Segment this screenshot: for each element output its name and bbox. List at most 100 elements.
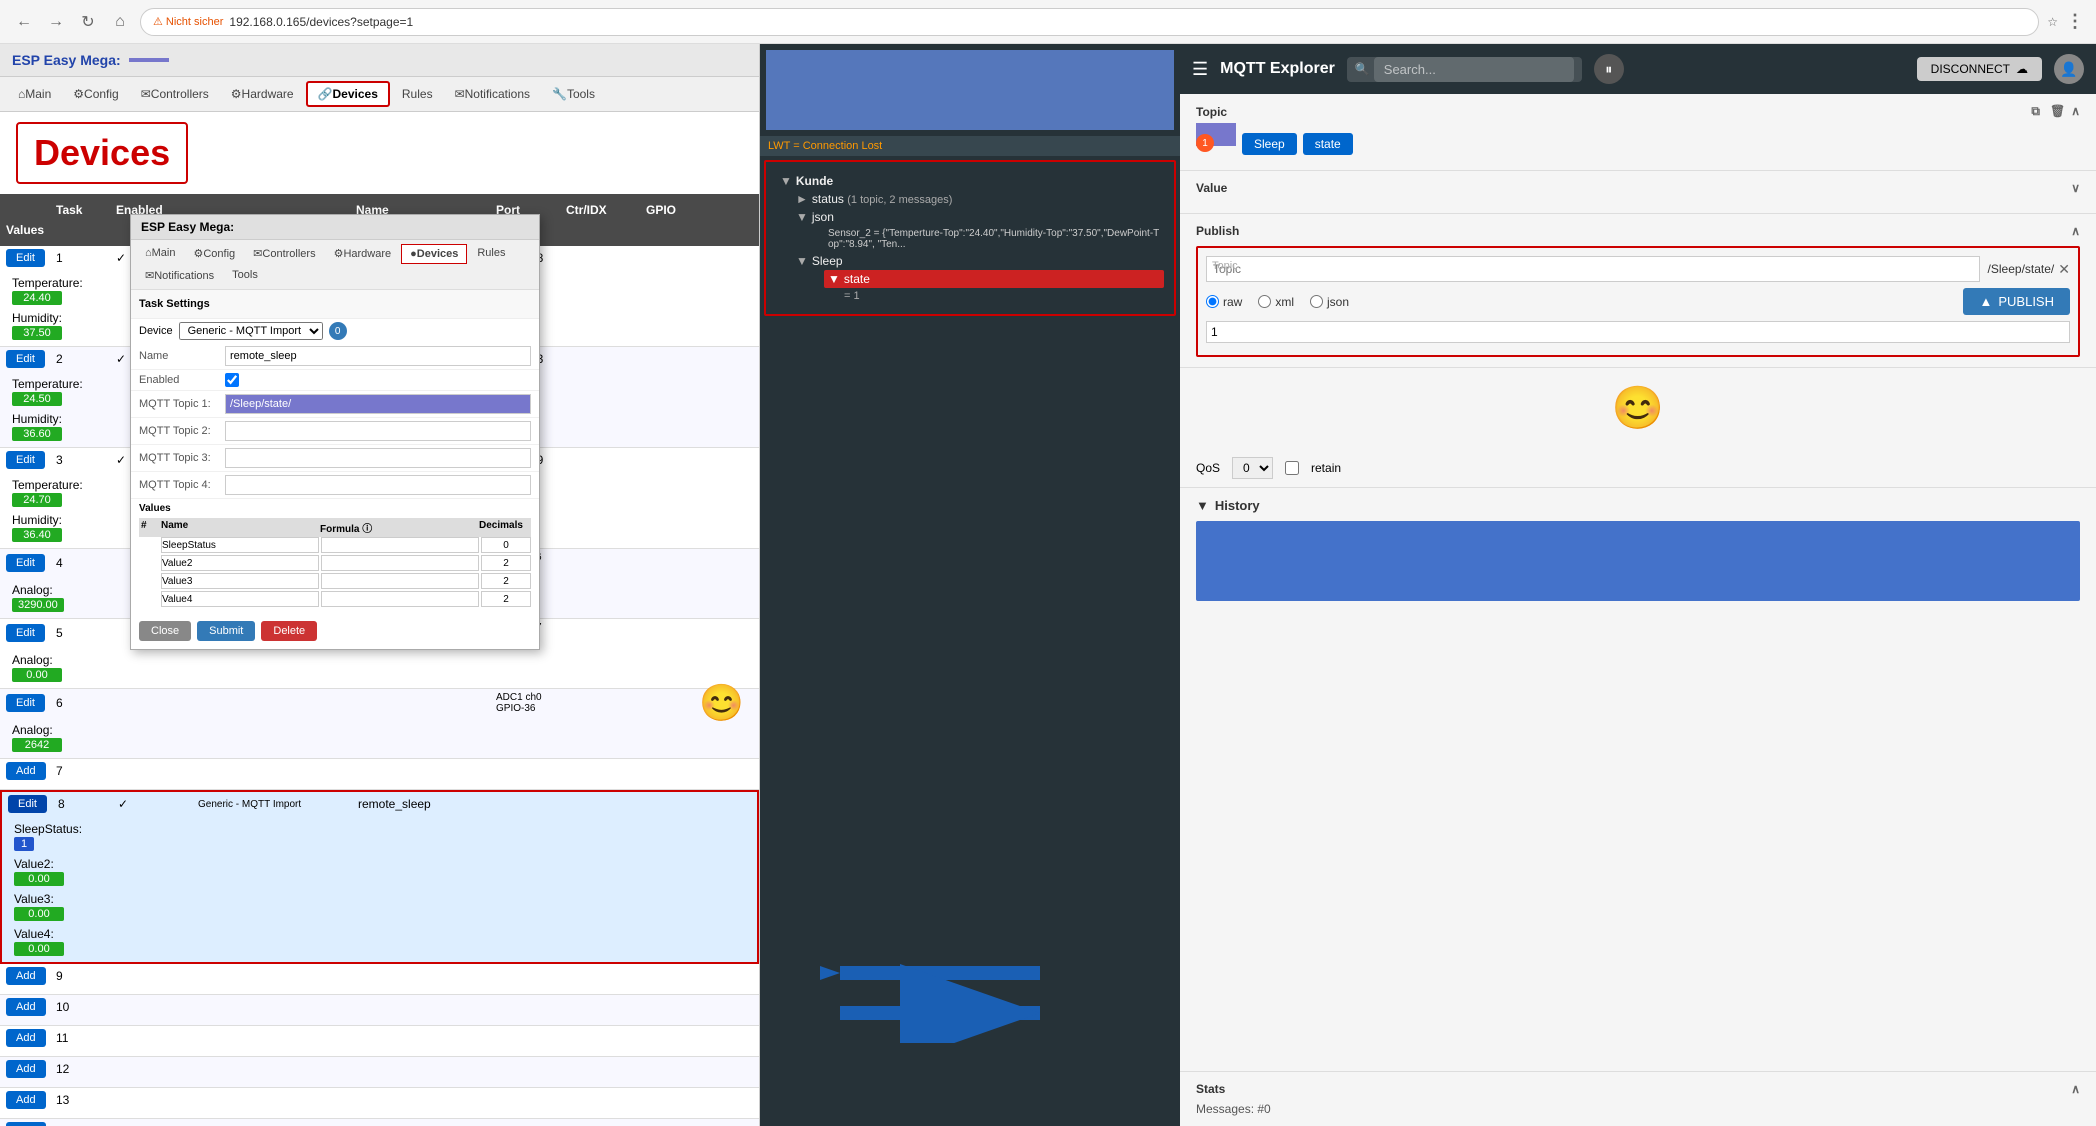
nav-config[interactable]: ⚙Config <box>63 83 128 105</box>
enabled-8: ✓ <box>112 794 192 814</box>
value-name-1[interactable] <box>161 537 319 553</box>
mqtt-node-state[interactable]: ▼state <box>824 270 1164 288</box>
add-btn-12[interactable]: Add <box>6 1060 46 1078</box>
back-button[interactable]: ← <box>12 10 36 34</box>
add-btn-9[interactable]: Add <box>6 967 46 985</box>
delete-button[interactable]: Delete <box>261 621 317 641</box>
collapse-value-icon[interactable]: ∨ <box>2071 181 2080 195</box>
url-bar[interactable]: ⚠ Nicht sicher 192.168.0.165/devices?set… <box>140 8 2039 36</box>
collapse-topic-icon[interactable]: ∧ <box>2071 104 2080 119</box>
search-input[interactable] <box>1374 57 1574 82</box>
edit-btn-4[interactable]: Edit <box>6 554 45 572</box>
format-xml[interactable]: xml <box>1258 295 1294 309</box>
enabled-checkbox[interactable] <box>225 373 239 387</box>
task-5: 5 <box>50 623 110 643</box>
copy-icon[interactable]: ⧉ <box>2031 104 2040 119</box>
modal-nav-rules[interactable]: Rules <box>469 244 513 264</box>
mqtt-node-sensor2[interactable]: Sensor_2 = {"Temperture-Top":"24.40","Hu… <box>824 226 1164 252</box>
device-select[interactable]: Generic - MQTT Import <box>179 322 323 340</box>
add-btn-7[interactable]: Add <box>6 762 46 780</box>
mqtt-topic-3-input[interactable] <box>225 448 531 468</box>
hamburger-icon[interactable]: ☰ <box>1192 59 1208 80</box>
add-btn-13[interactable]: Add <box>6 1091 46 1109</box>
collapse-stats-icon[interactable]: ∧ <box>2071 1082 2080 1096</box>
nav-notifications[interactable]: ✉Notifications <box>445 83 540 105</box>
trash-icon[interactable]: 🗑 <box>2050 104 2065 119</box>
modal-nav-notifications[interactable]: ✉Notifications <box>137 266 222 285</box>
user-avatar[interactable]: 👤 <box>2054 54 2084 84</box>
security-warning: ⚠ Nicht sicher <box>153 15 223 28</box>
mqtt-topic-2-input[interactable] <box>225 421 531 441</box>
format-xml-radio[interactable] <box>1258 295 1271 308</box>
state-button[interactable]: state <box>1303 133 1353 155</box>
value-formula-4[interactable] <box>321 591 479 607</box>
publish-clear-button[interactable]: ✕ <box>2058 261 2070 278</box>
nav-rules[interactable]: Rules <box>392 83 443 105</box>
home-button[interactable]: ⌂ <box>108 10 132 34</box>
edit-btn-3[interactable]: Edit <box>6 451 45 469</box>
value-formula-1[interactable] <box>321 537 479 553</box>
add-btn-11[interactable]: Add <box>6 1029 46 1047</box>
value-name-4[interactable] <box>161 591 319 607</box>
value-decimals-1[interactable] <box>481 537 531 553</box>
value-formula-3[interactable] <box>321 573 479 589</box>
publish-value-input[interactable] <box>1206 321 2070 343</box>
values-row-2 <box>139 555 531 571</box>
publish-button[interactable]: ▲ PUBLISH <box>1963 288 2070 315</box>
mqtt-node-status[interactable]: ►status (1 topic, 2 messages) <box>792 190 1164 208</box>
nav-hardware[interactable]: ⚙Hardware <box>221 83 304 105</box>
value-decimals-3[interactable] <box>481 573 531 589</box>
modal-nav-tools[interactable]: Tools <box>224 266 266 285</box>
format-json[interactable]: json <box>1310 295 1349 309</box>
retain-checkbox[interactable] <box>1285 461 1299 475</box>
close-button[interactable]: Close <box>139 621 191 641</box>
add-btn-10[interactable]: Add <box>6 998 46 1016</box>
mqtt-topic-3-label: MQTT Topic 3: <box>139 452 219 464</box>
sleep-button[interactable]: Sleep <box>1242 133 1297 155</box>
pause-button[interactable]: ⏸ <box>1594 54 1624 84</box>
reload-button[interactable]: ↻ <box>76 10 100 34</box>
submit-button[interactable]: Submit <box>197 621 255 641</box>
hum-3: 36.40 <box>12 528 62 542</box>
mqtt-node-sleep[interactable]: ▼Sleep <box>792 252 1164 270</box>
search-container[interactable]: 🔍 <box>1347 57 1582 82</box>
publish-section-header: Publish ∧ <box>1196 224 2080 238</box>
mqtt-topic-4-input[interactable] <box>225 475 531 495</box>
value-decimals-2[interactable] <box>481 555 531 571</box>
add-btn-14[interactable]: Add <box>6 1122 46 1126</box>
value-decimals-4[interactable] <box>481 591 531 607</box>
nav-tools[interactable]: 🔧Tools <box>542 83 605 105</box>
edit-btn-1[interactable]: Edit <box>6 249 45 267</box>
nav-controllers[interactable]: ✉Controllers <box>131 83 219 105</box>
qos-select[interactable]: 0 1 2 <box>1232 457 1273 479</box>
table-row: Add 7 <box>0 759 759 790</box>
edit-btn-5[interactable]: Edit <box>6 624 45 642</box>
modal-nav-devices[interactable]: ●Devices <box>401 244 467 264</box>
collapse-publish-icon[interactable]: ∧ <box>2071 224 2080 238</box>
value-name-2[interactable] <box>161 555 319 571</box>
modal-nav-hardware[interactable]: ⚙Hardware <box>326 244 400 264</box>
modal-nav-controllers[interactable]: ✉Controllers <box>245 244 323 264</box>
edit-btn-2[interactable]: Edit <box>6 350 45 368</box>
mqtt-node-json[interactable]: ▼json <box>792 208 1164 226</box>
modal-nav-config[interactable]: ⚙Config <box>186 244 244 264</box>
disconnect-button[interactable]: DISCONNECT ☁ <box>1917 57 2042 81</box>
name-input[interactable] <box>225 346 531 366</box>
modal-nav-main[interactable]: ⌂Main <box>137 244 184 264</box>
nav-devices[interactable]: 🔗Devices <box>306 81 390 107</box>
forward-button[interactable]: → <box>44 10 68 34</box>
format-raw[interactable]: raw <box>1206 295 1242 309</box>
bookmark-icon[interactable]: ☆ <box>2047 15 2058 29</box>
value-name-3[interactable] <box>161 573 319 589</box>
mqtt-topic-1-input[interactable] <box>225 394 531 414</box>
format-json-radio[interactable] <box>1310 295 1323 308</box>
value-formula-2[interactable] <box>321 555 479 571</box>
format-raw-radio[interactable] <box>1206 295 1219 308</box>
edit-btn-8[interactable]: Edit <box>8 795 47 813</box>
edit-btn-6[interactable]: Edit <box>6 694 45 712</box>
name-row: Name <box>131 343 539 370</box>
publish-topic-input[interactable] <box>1206 256 1980 282</box>
nav-main[interactable]: ⌂Main <box>8 83 61 105</box>
mqtt-node-kunde[interactable]: ▼Kunde <box>776 172 1164 190</box>
browser-menu-button[interactable]: ⋮ <box>2066 11 2084 32</box>
